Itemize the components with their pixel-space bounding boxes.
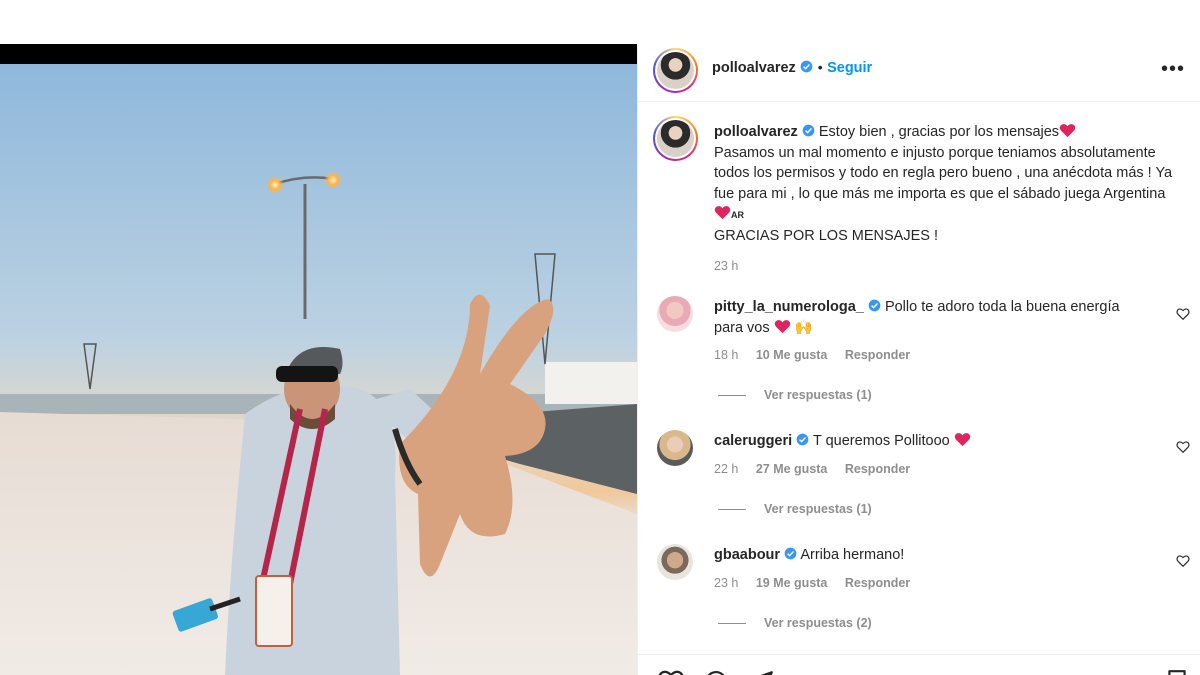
- comment-text: Pollo te adoro toda la buena energía: [884, 299, 1120, 315]
- caption-time[interactable]: 23 h: [714, 259, 738, 273]
- commenter-avatar[interactable]: [657, 296, 693, 332]
- view-replies-button[interactable]: Ver respuestas (2): [718, 616, 872, 630]
- caption-avatar[interactable]: [653, 116, 698, 161]
- header-separator: •: [817, 59, 823, 75]
- top-strip: [0, 0, 637, 44]
- red-heart-emoji-icon: [954, 433, 971, 447]
- caption-body: Pasamos un mal momento e injusto porque …: [714, 144, 1173, 202]
- comment-text: Arriba hermano!: [800, 547, 905, 563]
- post-side-panel: polloalvarez • Seguir ••• polloalvarez E…: [637, 44, 1200, 675]
- comment-likes[interactable]: 27 Me gusta: [756, 462, 828, 476]
- heart-icon[interactable]: [1176, 554, 1190, 568]
- post-photo[interactable]: [0, 44, 637, 675]
- comment-text-line2: para vos: [714, 319, 770, 336]
- red-heart-emoji-icon: [714, 206, 731, 220]
- verified-badge-icon: [868, 299, 881, 312]
- verified-badge-icon: [796, 433, 809, 446]
- caption-username[interactable]: polloalvarez: [714, 124, 798, 140]
- verified-badge-icon: [784, 547, 797, 560]
- caption-closing: GRACIAS POR LOS MENSAJES !: [714, 227, 938, 244]
- commenter-avatar[interactable]: [657, 430, 693, 466]
- post-header: polloalvarez • Seguir •••: [638, 44, 1200, 102]
- comment-icon[interactable]: [703, 669, 729, 675]
- author-avatar[interactable]: [653, 48, 698, 93]
- more-options-icon[interactable]: •••: [1161, 59, 1185, 79]
- post-action-bar: [638, 654, 1200, 675]
- commenter-username[interactable]: pitty_la_numerologa_: [714, 299, 864, 315]
- reply-button[interactable]: Responder: [845, 462, 910, 476]
- view-replies-button[interactable]: Ver respuestas (1): [718, 502, 872, 516]
- post-caption: polloalvarez Estoy bien , gracias por lo…: [714, 122, 1174, 277]
- comment-time[interactable]: 22 h: [714, 462, 738, 476]
- author-username[interactable]: polloalvarez: [712, 60, 796, 76]
- verified-badge-icon: [800, 60, 813, 73]
- comment-text: T queremos Pollitooo: [812, 433, 950, 449]
- red-heart-emoji-icon: [774, 319, 790, 333]
- reply-button[interactable]: Responder: [845, 576, 910, 590]
- heart-icon[interactable]: [1176, 307, 1190, 321]
- comment-likes[interactable]: 10 Me gusta: [756, 348, 828, 362]
- verified-badge-icon: [802, 124, 815, 137]
- heart-icon[interactable]: [657, 669, 685, 675]
- red-heart-emoji-icon: [1059, 124, 1076, 138]
- view-replies-label: Ver respuestas (1): [764, 502, 872, 516]
- commenter-avatar[interactable]: [657, 544, 693, 580]
- share-icon[interactable]: [748, 669, 774, 675]
- follow-button[interactable]: Seguir: [827, 60, 872, 76]
- comment-time[interactable]: 23 h: [714, 576, 738, 590]
- view-replies-button[interactable]: Ver respuestas (1): [718, 388, 872, 402]
- view-replies-label: Ver respuestas (2): [764, 616, 872, 630]
- flag-code: AR: [731, 210, 744, 220]
- caption-text: Estoy bien , gracias por los mensajes: [818, 124, 1060, 140]
- raising-hands-emoji-icon: 🙌: [794, 319, 813, 336]
- commenter-username[interactable]: caleruggeri: [714, 433, 792, 449]
- bookmark-icon[interactable]: [1165, 669, 1189, 675]
- reply-button[interactable]: Responder: [845, 348, 910, 362]
- comment-likes[interactable]: 19 Me gusta: [756, 576, 828, 590]
- comment-time[interactable]: 18 h: [714, 348, 738, 362]
- commenter-username[interactable]: gbaabour: [714, 547, 780, 563]
- view-replies-label: Ver respuestas (1): [764, 388, 872, 402]
- post-photo-illustration: [0, 64, 637, 675]
- heart-icon[interactable]: [1176, 440, 1190, 454]
